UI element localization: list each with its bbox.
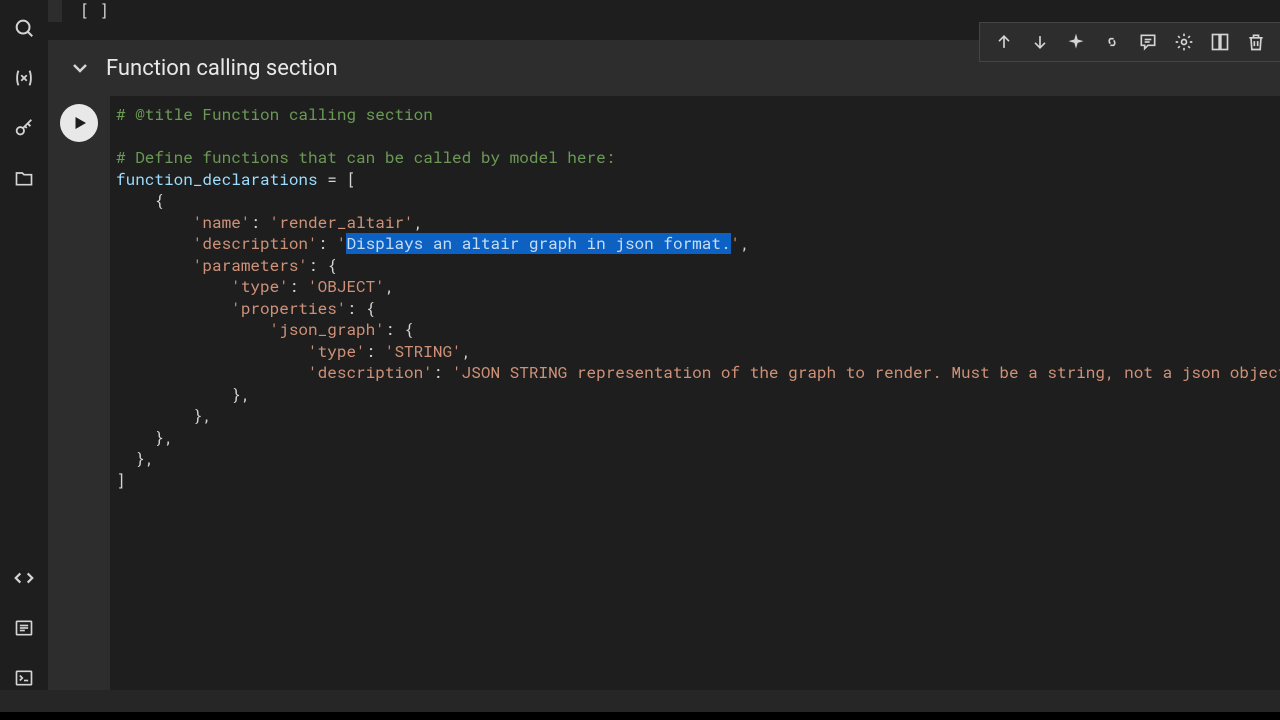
mirror-cell-icon[interactable] <box>1202 24 1238 60</box>
sparkle-icon[interactable] <box>1058 24 1094 60</box>
code-token: 'type' <box>231 276 289 297</box>
code-cell: # @title Function calling section # Defi… <box>48 96 1280 720</box>
code-token: 'name' <box>193 212 251 233</box>
code-token: 'description' <box>308 362 433 383</box>
search-icon[interactable] <box>12 16 36 40</box>
code-token: ' <box>337 233 347 254</box>
command-palette-icon[interactable] <box>12 616 36 640</box>
section-title: Function calling section <box>106 56 338 81</box>
code-line: }, <box>116 405 212 426</box>
code-token: 'JSON STRING representation of the graph… <box>452 362 1280 383</box>
move-down-button[interactable] <box>1022 24 1058 60</box>
code-token: : { <box>385 319 414 340</box>
link-icon[interactable] <box>1094 24 1130 60</box>
code-token: 'type' <box>308 341 366 362</box>
code-line: ] <box>116 470 126 491</box>
code-token: 'description' <box>193 233 318 254</box>
terminal-icon[interactable] <box>12 666 36 690</box>
code-line: }, <box>116 448 154 469</box>
bottom-border <box>0 712 1280 720</box>
code-token: ' <box>731 233 741 254</box>
collapse-section-button[interactable] <box>62 50 98 86</box>
status-bar <box>0 690 1280 712</box>
code-token: 'OBJECT' <box>308 276 385 297</box>
selected-text: Displays·an·altair·graph·in·json·format. <box>346 233 730 254</box>
code-token: 'STRING' <box>385 341 462 362</box>
code-token: 'parameters' <box>193 255 308 276</box>
code-token: = [ <box>318 169 356 190</box>
run-cell-button[interactable] <box>60 104 98 142</box>
code-token: function_declarations <box>116 169 318 190</box>
main-area: [ ] Function calling section # @title Fu… <box>48 0 1280 720</box>
code-token: : { <box>346 298 375 319</box>
code-line: }, <box>116 427 174 448</box>
left-sidebar <box>0 0 48 720</box>
prev-cell-output: [ ] <box>48 0 1280 22</box>
settings-icon[interactable] <box>1166 24 1202 60</box>
code-line: }, <box>116 384 250 405</box>
code-token: 'properties' <box>231 298 346 319</box>
secrets-key-icon[interactable] <box>12 116 36 140</box>
delete-icon[interactable] <box>1238 24 1274 60</box>
code-editor[interactable]: # @title Function calling section # Defi… <box>110 96 1280 720</box>
code-token: 'render_altair' <box>270 212 414 233</box>
cell-toolbar <box>979 22 1280 62</box>
cell-gutter <box>48 96 110 720</box>
code-token: 'json_graph' <box>270 319 385 340</box>
code-line: # Define functions that can be called by… <box>116 147 615 168</box>
files-icon[interactable] <box>12 166 36 190</box>
code-snippets-icon[interactable] <box>12 566 36 590</box>
variables-icon[interactable] <box>12 66 36 90</box>
code-line: # @title Function calling section <box>116 104 433 125</box>
comment-icon[interactable] <box>1130 24 1166 60</box>
move-up-button[interactable] <box>986 24 1022 60</box>
code-token: : { <box>308 255 337 276</box>
code-line: { <box>116 190 164 211</box>
